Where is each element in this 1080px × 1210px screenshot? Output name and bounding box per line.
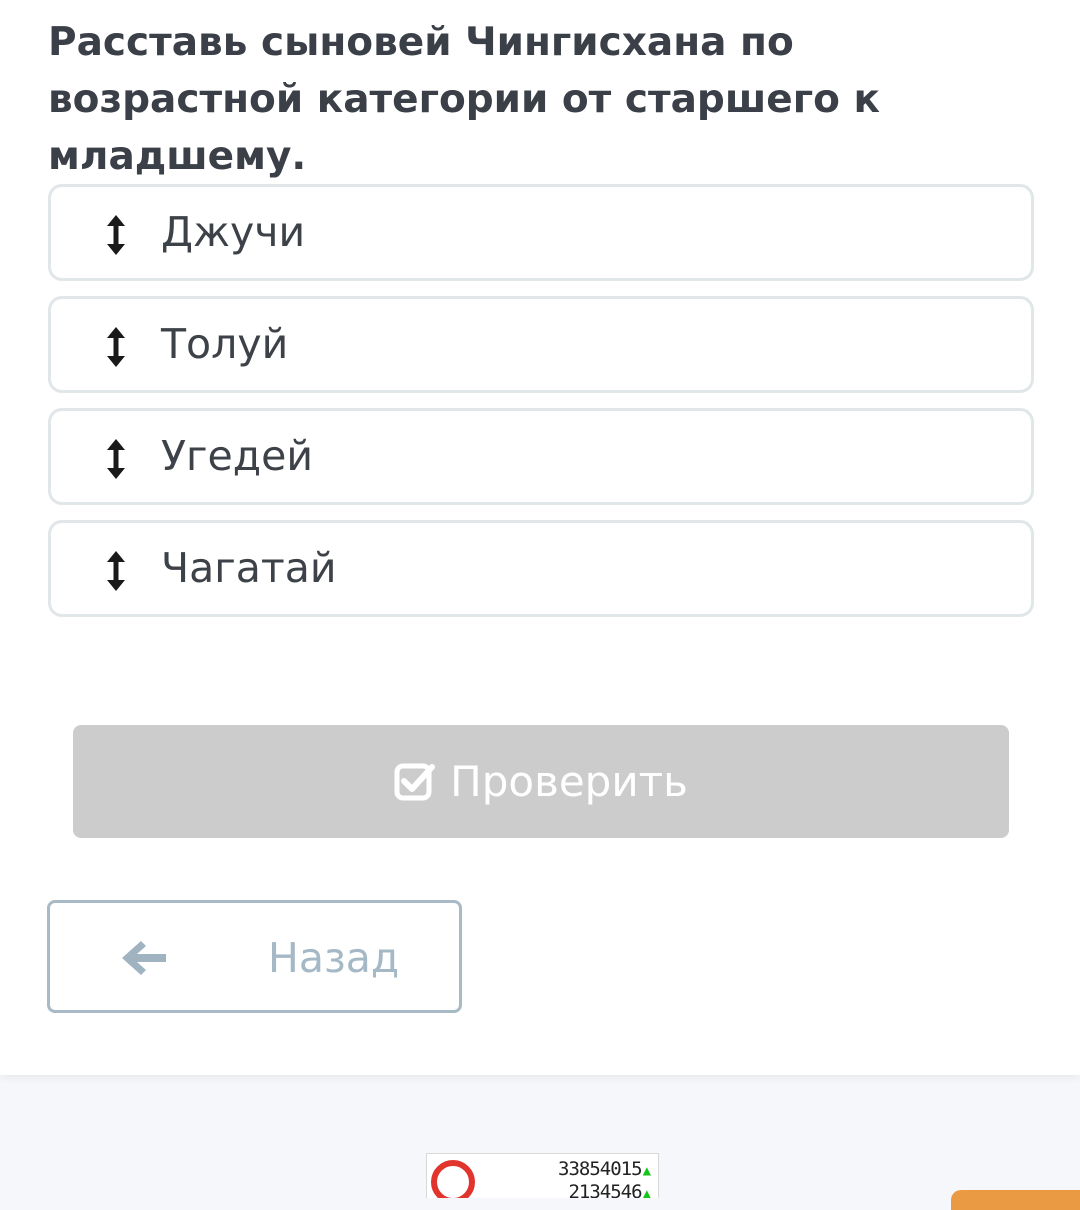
- question-text: Расставь сыновей Чингисхана по возрастно…: [48, 20, 880, 179]
- option-label: Джучи: [161, 208, 306, 256]
- counter-widget[interactable]: 33854015▲ 2134546▲: [426, 1153, 659, 1198]
- option-label: Чагатай: [161, 544, 337, 592]
- vertical-arrows-icon: [107, 215, 125, 255]
- option-label: Угедей: [161, 432, 313, 480]
- back-button[interactable]: Назад: [47, 900, 462, 1013]
- sortable-options-list: Джучи Толуй Угедей Чагатай: [48, 184, 1034, 632]
- vertical-arrows-icon: [107, 551, 125, 591]
- counter-logo: [431, 1160, 475, 1198]
- option-label: Толуй: [161, 320, 289, 368]
- sortable-option-toluy[interactable]: Толуй: [48, 296, 1034, 393]
- vertical-arrows-icon: [107, 439, 125, 479]
- task-card: Расставь сыновей Чингисхана по возрастно…: [0, 0, 1080, 1075]
- check-button[interactable]: Проверить: [73, 725, 1009, 838]
- sortable-option-ugedey[interactable]: Угедей: [48, 408, 1034, 505]
- counter-value: 2134546: [568, 1181, 642, 1198]
- trend-up-icon: ▲: [642, 1186, 652, 1198]
- counter-stat: 2134546▲: [568, 1181, 652, 1198]
- check-button-label: Проверить: [450, 757, 688, 806]
- back-button-label: Назад: [268, 934, 400, 982]
- sortable-option-chagatay[interactable]: Чагатай: [48, 520, 1034, 617]
- corner-tab[interactable]: [951, 1190, 1080, 1210]
- sortable-option-dzhuchi[interactable]: Джучи: [48, 184, 1034, 281]
- arrow-left-icon: [122, 941, 166, 975]
- checkbox-check-icon: [394, 763, 436, 800]
- counter-stat: 33854015▲: [558, 1158, 652, 1180]
- counter-value: 33854015: [558, 1158, 643, 1180]
- vertical-arrows-icon: [107, 327, 125, 367]
- trend-up-icon: ▲: [642, 1163, 652, 1179]
